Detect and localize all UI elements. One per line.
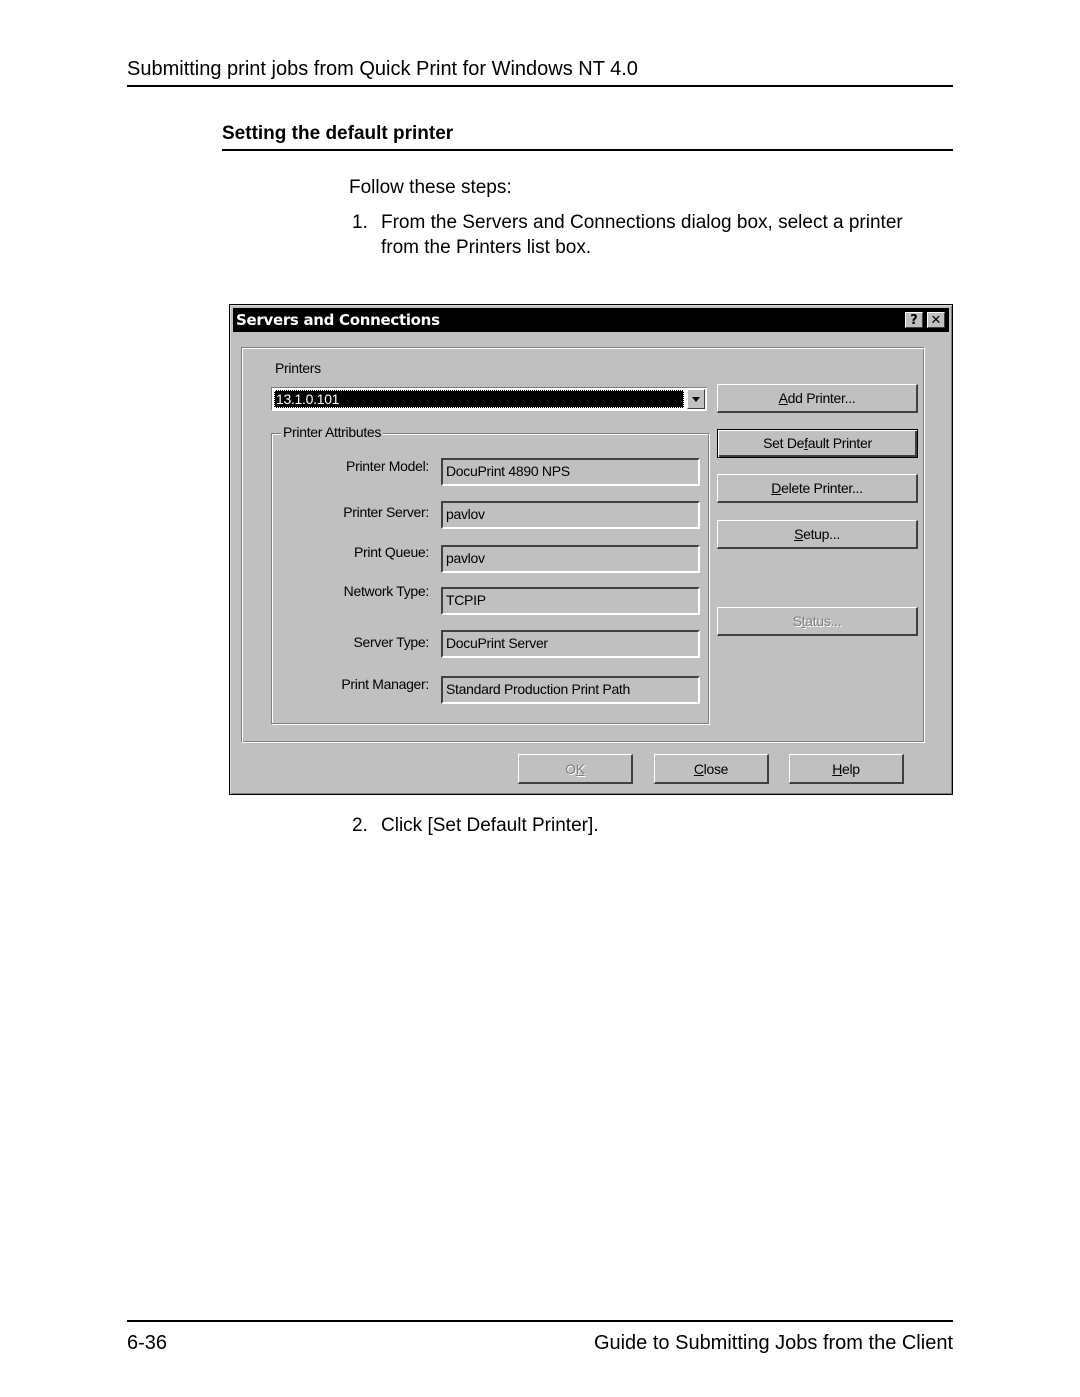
printer-server-label: Printer Server: xyxy=(343,504,429,520)
btn-text: ault Printer xyxy=(807,435,872,451)
btn-text: atus... xyxy=(805,613,842,629)
delete-printer-button[interactable]: Delete Printer... xyxy=(717,474,918,503)
servers-and-connections-dialog: Servers and Connections ? ✕ Printers 13.… xyxy=(229,304,953,795)
footer-title: Guide to Submitting Jobs from the Client xyxy=(593,1332,953,1354)
btn-text: etup... xyxy=(803,526,840,542)
server-type-label: Server Type: xyxy=(353,634,429,650)
btn-text: elp xyxy=(842,761,860,777)
header-rule xyxy=(127,85,953,87)
setup-button[interactable]: Setup... xyxy=(717,520,918,549)
btn-accel: H xyxy=(832,761,842,777)
print-manager-field: Standard Production Print Path xyxy=(441,676,700,704)
running-head: Submitting print jobs from Quick Print f… xyxy=(127,58,638,80)
page-number: 6-36 xyxy=(127,1332,168,1354)
ok-button[interactable]: OK xyxy=(518,754,633,784)
printer-server-field: pavlov xyxy=(441,501,700,529)
close-icon[interactable]: ✕ xyxy=(927,312,945,328)
step-1: 1. From the Servers and Connections dial… xyxy=(352,210,912,260)
btn-accel: C xyxy=(693,761,704,777)
step-2: 2. Click [Set Default Printer]. xyxy=(352,813,912,838)
btn-text: elete Printer... xyxy=(781,480,863,496)
dialog-title: Servers and Connections xyxy=(236,311,440,329)
print-manager-label: Print Manager: xyxy=(341,676,429,692)
step-text: Click [Set Default Printer]. xyxy=(381,815,599,836)
section-title: Setting the default printer xyxy=(222,123,454,144)
step-number: 1. xyxy=(352,212,368,233)
btn-text: lose xyxy=(703,761,729,777)
printer-model-field: DocuPrint 4890 NPS xyxy=(441,458,700,486)
btn-text: O xyxy=(565,761,576,777)
printer-model-label: Printer Model: xyxy=(346,458,429,474)
step-text: From the Servers and Connections dialog … xyxy=(381,212,903,258)
set-default-printer-button[interactable]: Set Default Printer xyxy=(717,429,918,458)
add-printer-button[interactable]: Add Printer... xyxy=(717,384,918,413)
printers-dropdown[interactable]: 13.1.0.101 xyxy=(271,387,707,411)
printers-selected-value[interactable]: 13.1.0.101 xyxy=(274,390,684,408)
intro-text: Follow these steps: xyxy=(349,177,512,198)
footer-rule xyxy=(127,1320,953,1322)
section-rule xyxy=(222,149,953,151)
step-number: 2. xyxy=(352,815,368,836)
network-type-label: Network Type: xyxy=(343,583,430,599)
btn-accel: S xyxy=(794,526,804,542)
print-queue-field: pavlov xyxy=(441,545,700,573)
btn-accel: K xyxy=(575,761,585,777)
status-button[interactable]: Status... xyxy=(717,607,918,636)
help-icon[interactable]: ? xyxy=(905,312,923,328)
chevron-down-icon[interactable] xyxy=(687,389,705,409)
btn-text: Set De xyxy=(763,435,805,451)
btn-text: dd Printer... xyxy=(787,390,856,406)
btn-accel: A xyxy=(778,390,788,406)
server-type-field: DocuPrint Server xyxy=(441,630,700,658)
printer-attributes-legend: Printer Attributes xyxy=(281,424,384,440)
dialog-titlebar: Servers and Connections ? ✕ xyxy=(233,308,949,332)
btn-accel: D xyxy=(771,480,782,496)
printers-label: Printers xyxy=(275,360,321,376)
print-queue-label: Print Queue: xyxy=(354,544,429,560)
network-type-field: TCPIP xyxy=(441,587,700,615)
btn-text: S xyxy=(792,613,802,629)
help-button[interactable]: Help xyxy=(789,754,904,784)
close-button[interactable]: Close xyxy=(654,754,769,784)
